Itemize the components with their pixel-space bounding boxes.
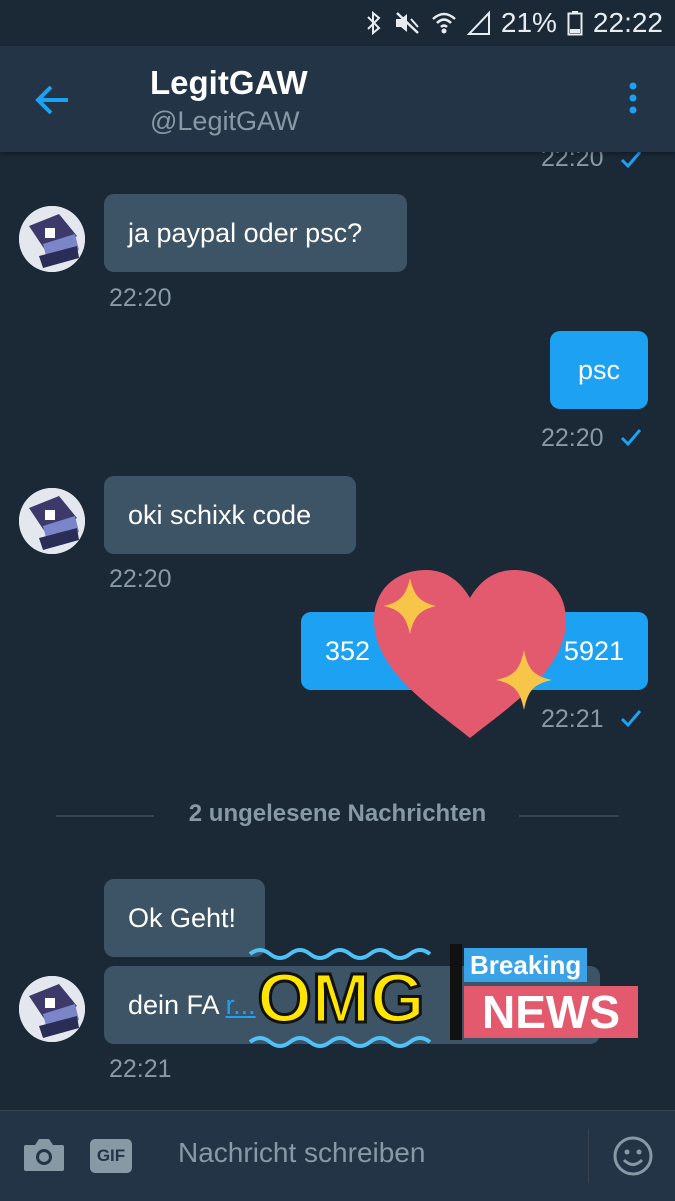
status-bar: 21% 22:22 xyxy=(0,0,675,46)
divider xyxy=(519,815,619,817)
bluetooth-icon xyxy=(365,10,383,36)
avatar[interactable] xyxy=(19,206,85,272)
sent-check-icon xyxy=(620,710,642,727)
message-time: 22:20 xyxy=(109,565,172,593)
omg-sticker: OMG xyxy=(246,942,436,1054)
divider xyxy=(56,815,154,817)
gif-button[interactable]: GIF xyxy=(90,1139,132,1173)
clock: 22:22 xyxy=(592,7,663,38)
message-text: dein FA r... xyxy=(128,990,256,1021)
message-input[interactable]: Nachricht schreiben xyxy=(178,1137,425,1169)
message-text: oki schixk code xyxy=(128,499,312,530)
omg-sticker-text: OMG xyxy=(256,958,426,1039)
breaking-news-sticker: Breaking NEWS xyxy=(450,944,642,1044)
message-text-part: 5921 xyxy=(563,635,624,666)
sent-check-icon xyxy=(620,151,642,168)
battery-icon xyxy=(567,10,583,36)
incoming-message[interactable]: Ok Geht! xyxy=(104,879,265,957)
sent-check-icon xyxy=(620,429,642,446)
message-text: psc xyxy=(577,354,621,385)
conversation-handle[interactable]: @LegitGAW xyxy=(150,106,299,137)
message-time: 22:20 xyxy=(109,284,172,312)
signal-icon xyxy=(466,10,491,36)
mute-icon xyxy=(393,10,421,36)
conversation-title[interactable]: LegitGAW xyxy=(150,64,308,102)
message-text-prefix: dein FA xyxy=(128,989,226,1020)
wifi-icon xyxy=(431,10,457,36)
outgoing-message[interactable]: psc xyxy=(550,331,648,409)
message-composer: GIF Nachricht schreiben xyxy=(0,1110,675,1201)
sparkling-heart-sticker-icon xyxy=(374,570,566,738)
message-time: 22:20 xyxy=(541,424,604,452)
composer-separator xyxy=(588,1129,589,1183)
news-label: NEWS xyxy=(464,986,638,1038)
message-text: ja paypal oder psc? xyxy=(128,217,363,248)
message-time: 22:21 xyxy=(109,1055,172,1083)
conversation-header: LegitGAW @LegitGAW xyxy=(0,46,675,152)
incoming-message[interactable]: ja paypal oder psc? xyxy=(104,194,407,272)
avatar[interactable] xyxy=(19,976,85,1042)
emoji-icon[interactable] xyxy=(612,1135,654,1182)
camera-icon[interactable] xyxy=(22,1137,66,1178)
incoming-message[interactable]: oki schixk code xyxy=(104,476,356,554)
message-text-part: 352 xyxy=(325,635,371,666)
avatar[interactable] xyxy=(19,488,85,554)
battery-percent: 21% xyxy=(500,7,557,38)
back-arrow-icon[interactable] xyxy=(30,78,74,122)
overflow-menu-icon[interactable] xyxy=(620,80,646,120)
message-text: Ok Geht! xyxy=(128,902,237,933)
breaking-label: Breaking xyxy=(464,948,588,982)
unread-divider-label: 2 ungelesene Nachrichten xyxy=(188,800,487,827)
